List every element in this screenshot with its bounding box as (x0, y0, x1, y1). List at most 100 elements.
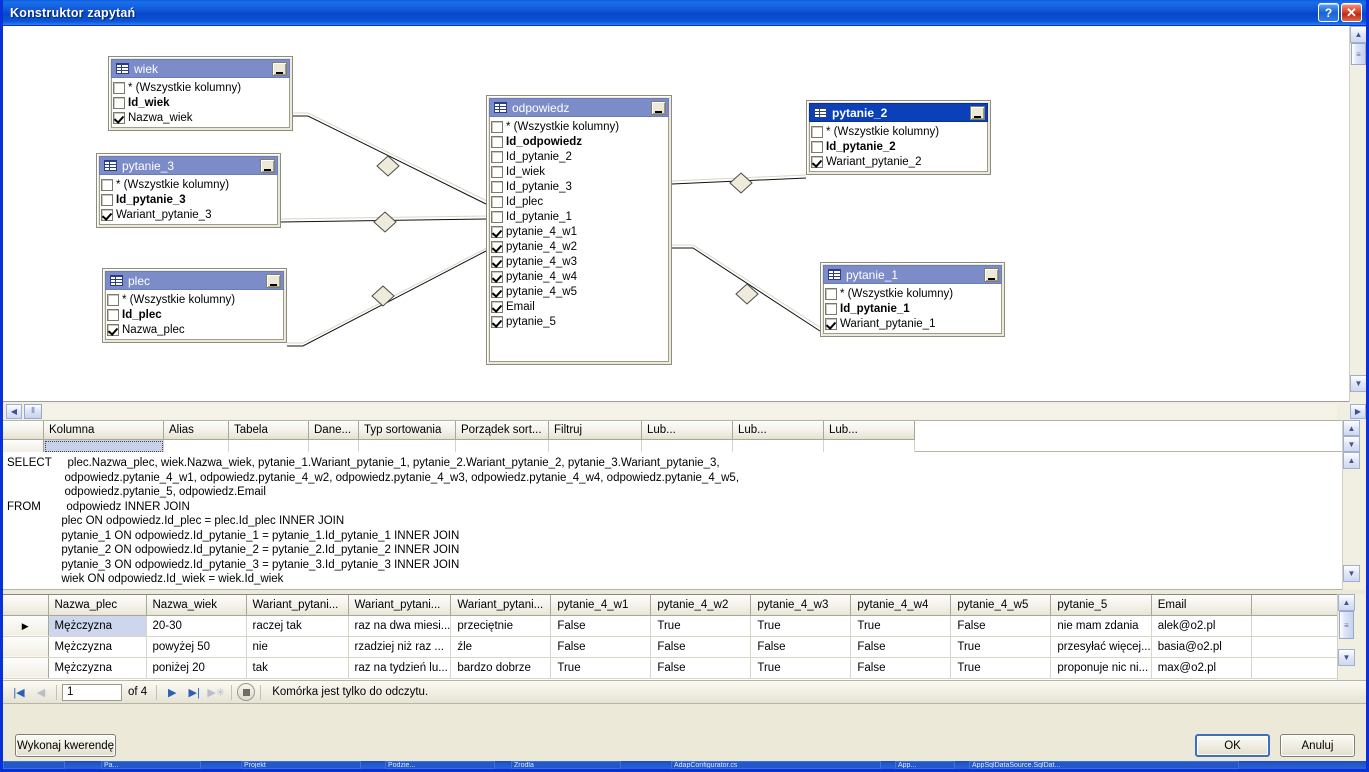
table-header-pytanie_1[interactable]: pytanie_1 (823, 265, 1002, 284)
criteria-header-3[interactable]: Dane... (309, 421, 359, 440)
table-header-pytanie_2[interactable]: pytanie_2 (809, 103, 988, 122)
last-record-icon[interactable]: ▶| (184, 683, 204, 701)
scroll-thumb[interactable]: ≡ (1351, 43, 1366, 65)
column-row[interactable]: Id_plec (107, 307, 281, 322)
criteria-header-8[interactable]: Lub... (733, 421, 824, 440)
column-row[interactable]: * (Wszystkie kolumny) (107, 292, 281, 307)
sql-text[interactable]: SELECT plec.Nazwa_plec, wiek.Nazwa_wiek,… (7, 456, 1348, 587)
results-body[interactable]: Mężczyzna20-30raczej takraz na dwa miesi… (3, 615, 1347, 679)
column-row[interactable]: Email (491, 299, 666, 314)
results-row[interactable]: Mężczyzna poniżej 20 tak raz na tydzień lu.… (3, 657, 1347, 679)
minimize-icon[interactable] (260, 158, 275, 173)
column-checkbox[interactable] (491, 300, 503, 313)
hscroll-thumb[interactable]: ⦀ (24, 403, 42, 419)
column-checkbox[interactable] (491, 210, 503, 223)
row-selector[interactable] (3, 636, 49, 658)
results-cell[interactable]: True (750, 657, 852, 679)
column-row[interactable]: Id_plec (491, 194, 666, 209)
results-cell[interactable]: basia@o2.pl (1151, 636, 1252, 658)
table-column-list[interactable]: * (Wszystkie kolumny) Id_plec Nazwa_plec (105, 290, 284, 340)
column-checkbox[interactable] (811, 125, 823, 138)
taskbar-item[interactable]: Pa... (101, 761, 201, 769)
results-column-header-0[interactable]: Nazwa_plec (48, 595, 147, 616)
results-cell[interactable]: proponuje nic ni... (1050, 657, 1152, 679)
taskbar-item[interactable]: AppSqlDataSource.SqlDat... (969, 761, 1239, 769)
diagram-vertical-scrollbar[interactable]: ▲ ≡ ▼ (1349, 26, 1366, 402)
os-taskbar[interactable]: Pa... Projekt Podzie... Zrodla AdapConfigura… (3, 761, 1366, 769)
table-header-odpowiedz[interactable]: odpowiedz (489, 98, 669, 117)
results-scroll-down-icon[interactable]: ▼ (1338, 649, 1355, 666)
column-checkbox[interactable] (491, 315, 503, 328)
diagram-pane[interactable]: wiek * (Wszystkie kolumny) Id_wiek Nazwa_wi… (3, 26, 1366, 402)
column-checkbox[interactable] (107, 308, 119, 321)
results-cell[interactable]: Mężczyzna (48, 636, 147, 658)
column-row[interactable]: Wariant_pytanie_2 (811, 154, 985, 169)
column-checkbox[interactable] (101, 193, 113, 206)
column-checkbox[interactable] (113, 111, 125, 124)
results-column-header-10[interactable]: pytanie_5 (1050, 595, 1152, 616)
column-checkbox[interactable] (825, 317, 837, 330)
taskbar-item[interactable]: App... (895, 761, 955, 769)
sql-vertical-scrollbar[interactable]: ▲ ▼ (1342, 452, 1366, 590)
taskbar-item[interactable]: Projekt (241, 761, 361, 769)
previous-record-icon[interactable]: ◀ (31, 683, 51, 701)
column-checkbox[interactable] (825, 302, 837, 315)
sql-text-pane[interactable]: SELECT plec.Nazwa_plec, wiek.Nazwa_wiek,… (3, 452, 1348, 590)
results-cell[interactable]: Mężczyzna (48, 657, 147, 679)
column-row[interactable]: Id_pytanie_1 (825, 301, 999, 316)
table-header-pytanie_3[interactable]: pytanie_3 (99, 156, 278, 175)
results-cell[interactable]: poniżej 20 (146, 657, 247, 679)
column-row[interactable]: Nazwa_wiek (113, 110, 287, 125)
taskbar-item[interactable]: Podzie... (385, 761, 495, 769)
diagram-table-pytanie_3[interactable]: pytanie_3 * (Wszystkie kolumny) Id_pytanie… (96, 153, 281, 228)
results-column-header-2[interactable]: Wariant_pytani... (246, 595, 349, 616)
criteria-header-9[interactable]: Lub... (824, 421, 915, 440)
criteria-header-1[interactable]: Alias (164, 421, 229, 440)
diagram-table-pytanie_1[interactable]: pytanie_1 * (Wszystkie kolumny) Id_pytanie… (820, 262, 1005, 337)
minimize-icon[interactable] (651, 100, 666, 115)
results-cell[interactable]: False (550, 636, 652, 658)
column-checkbox[interactable] (491, 135, 503, 148)
results-cell[interactable]: 20-30 (146, 615, 247, 637)
cancel-button[interactable]: Anuluj (1280, 734, 1355, 757)
results-cell[interactable]: tak (246, 657, 349, 679)
results-vertical-scrollbar[interactable]: ▲ ≡ ▼ (1337, 594, 1366, 680)
scroll-down-arrow-icon[interactable]: ▼ (1350, 375, 1366, 392)
results-column-header-8[interactable]: pytanie_4_w4 (850, 595, 952, 616)
results-cell[interactable] (1251, 636, 1347, 658)
results-column-header-5[interactable]: pytanie_4_w1 (550, 595, 652, 616)
results-scroll-up-icon[interactable]: ▲ (1338, 594, 1355, 611)
column-checkbox[interactable] (491, 165, 503, 178)
column-row[interactable]: Id_odpowiedz (491, 134, 666, 149)
stop-icon[interactable] (237, 683, 256, 701)
results-cell[interactable]: nie mam zdania (1050, 615, 1152, 637)
sql-scroll-down-icon[interactable]: ▼ (1343, 565, 1360, 582)
new-record-icon[interactable]: ▶✳ (206, 683, 226, 701)
sql-scroll-up-icon[interactable]: ▲ (1343, 452, 1360, 469)
column-row[interactable]: Id_pytanie_1 (491, 209, 666, 224)
criteria-header-6[interactable]: Filtruj (549, 421, 642, 440)
column-checkbox[interactable] (491, 255, 503, 268)
results-row[interactable]: Mężczyzna20-30raczej takraz na dwa miesi… (3, 615, 1347, 637)
diagram-horizontal-scrollbar[interactable]: ◀ ⦀ (3, 402, 1343, 420)
criteria-header-0[interactable]: Kolumna (44, 421, 164, 440)
criteria-vertical-scrollbar[interactable]: ▲ ▼ (1342, 420, 1366, 452)
row-selector[interactable] (3, 615, 49, 637)
results-row[interactable]: Mężczyzna powyżej 50 nie rzadziej niż raz .… (3, 636, 1347, 658)
hscroll-right-region[interactable]: ▶ (1337, 402, 1366, 420)
table-column-list[interactable]: * (Wszystkie kolumny) Id_odpowiedz Id_pyta… (489, 117, 669, 362)
scroll-left-arrow-icon[interactable]: ◀ (6, 403, 22, 419)
results-cell[interactable] (1251, 615, 1347, 637)
minimize-icon[interactable] (970, 105, 985, 120)
column-row[interactable]: pytanie_4_w4 (491, 269, 666, 284)
results-grid[interactable]: Nazwa_plec Nazwa_wiek Wariant_pytani... War… (3, 594, 1348, 680)
results-cell[interactable]: nie (246, 636, 349, 658)
table-column-list[interactable]: * (Wszystkie kolumny) Id_pytanie_3 Wariant… (99, 175, 278, 225)
column-checkbox[interactable] (101, 178, 113, 191)
results-cell[interactable]: False (850, 636, 952, 658)
criteria-header-5[interactable]: Porządek sort... (456, 421, 549, 440)
column-checkbox[interactable] (491, 285, 503, 298)
column-row[interactable]: Wariant_pytanie_3 (101, 207, 275, 222)
column-checkbox[interactable] (491, 180, 503, 193)
scroll-up-arrow-icon[interactable]: ▲ (1350, 26, 1366, 43)
